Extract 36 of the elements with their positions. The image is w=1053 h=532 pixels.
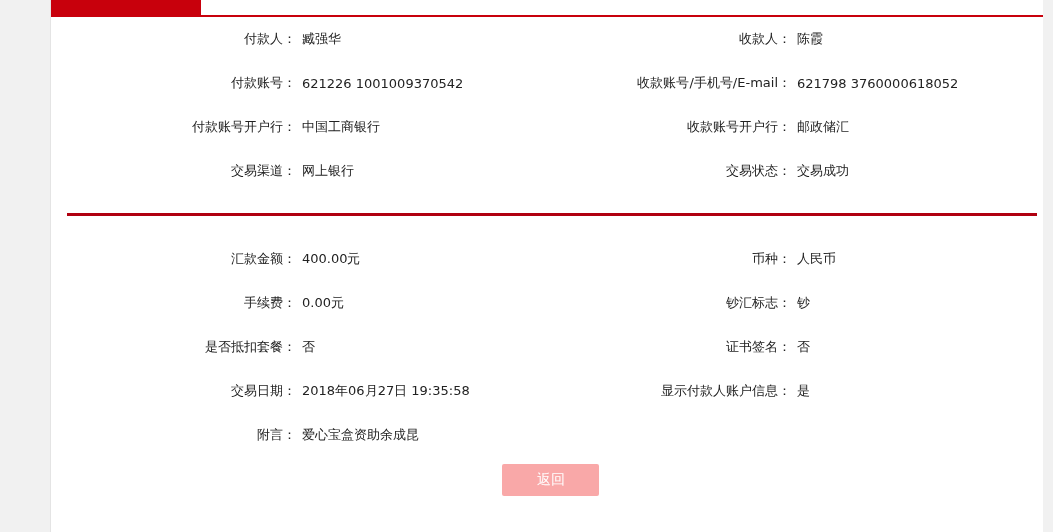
field-label: 显示付款人账户信息： <box>661 382 791 400</box>
field-value: 人民币 <box>796 250 836 268</box>
field-label: 交易状态： <box>726 162 791 180</box>
field-label: 交易日期： <box>231 382 296 400</box>
field-value: 400.00元 <box>301 250 361 268</box>
field-value: 网上银行 <box>301 162 354 180</box>
field-value: 邮政储汇 <box>796 118 849 136</box>
field-label: 交易渠道： <box>231 162 296 180</box>
field-value: 否 <box>796 338 810 356</box>
field-value: 621226 1001009370542 <box>301 75 464 91</box>
field-value: 臧强华 <box>301 30 341 48</box>
field-label: 收款账号开户行： <box>687 118 791 136</box>
field-label: 附言： <box>257 426 296 444</box>
field-label: 付款人： <box>244 30 296 48</box>
field-label: 收款人： <box>739 30 791 48</box>
field-label: 收款账号/手机号/E-mail： <box>637 74 791 92</box>
field-value: 钞 <box>796 294 810 312</box>
field-label: 汇款金额： <box>231 250 296 268</box>
field-value: 0.00元 <box>301 294 344 312</box>
back-button[interactable]: 返回 <box>502 464 599 496</box>
section-tab[interactable] <box>51 0 201 15</box>
field-value: 交易成功 <box>796 162 849 180</box>
field-label: 手续费： <box>244 294 296 312</box>
field-label: 钞汇标志： <box>726 294 791 312</box>
field-value: 否 <box>301 338 315 356</box>
field-value: 中国工商银行 <box>301 118 380 136</box>
field-label: 证书签名： <box>726 338 791 356</box>
field-value: 陈霞 <box>796 30 823 48</box>
field-label: 是否抵扣套餐： <box>205 338 296 356</box>
field-value: 爱心宝盒资助余成昆 <box>301 426 419 444</box>
field-label: 币种： <box>752 250 791 268</box>
field-label: 付款账号： <box>231 74 296 92</box>
field-value: 621798 3760000618052 <box>796 75 959 91</box>
field-value: 2018年06月27日 19:35:58 <box>301 382 470 400</box>
field-label: 付款账号开户行： <box>192 118 296 136</box>
field-value: 是 <box>796 382 810 400</box>
